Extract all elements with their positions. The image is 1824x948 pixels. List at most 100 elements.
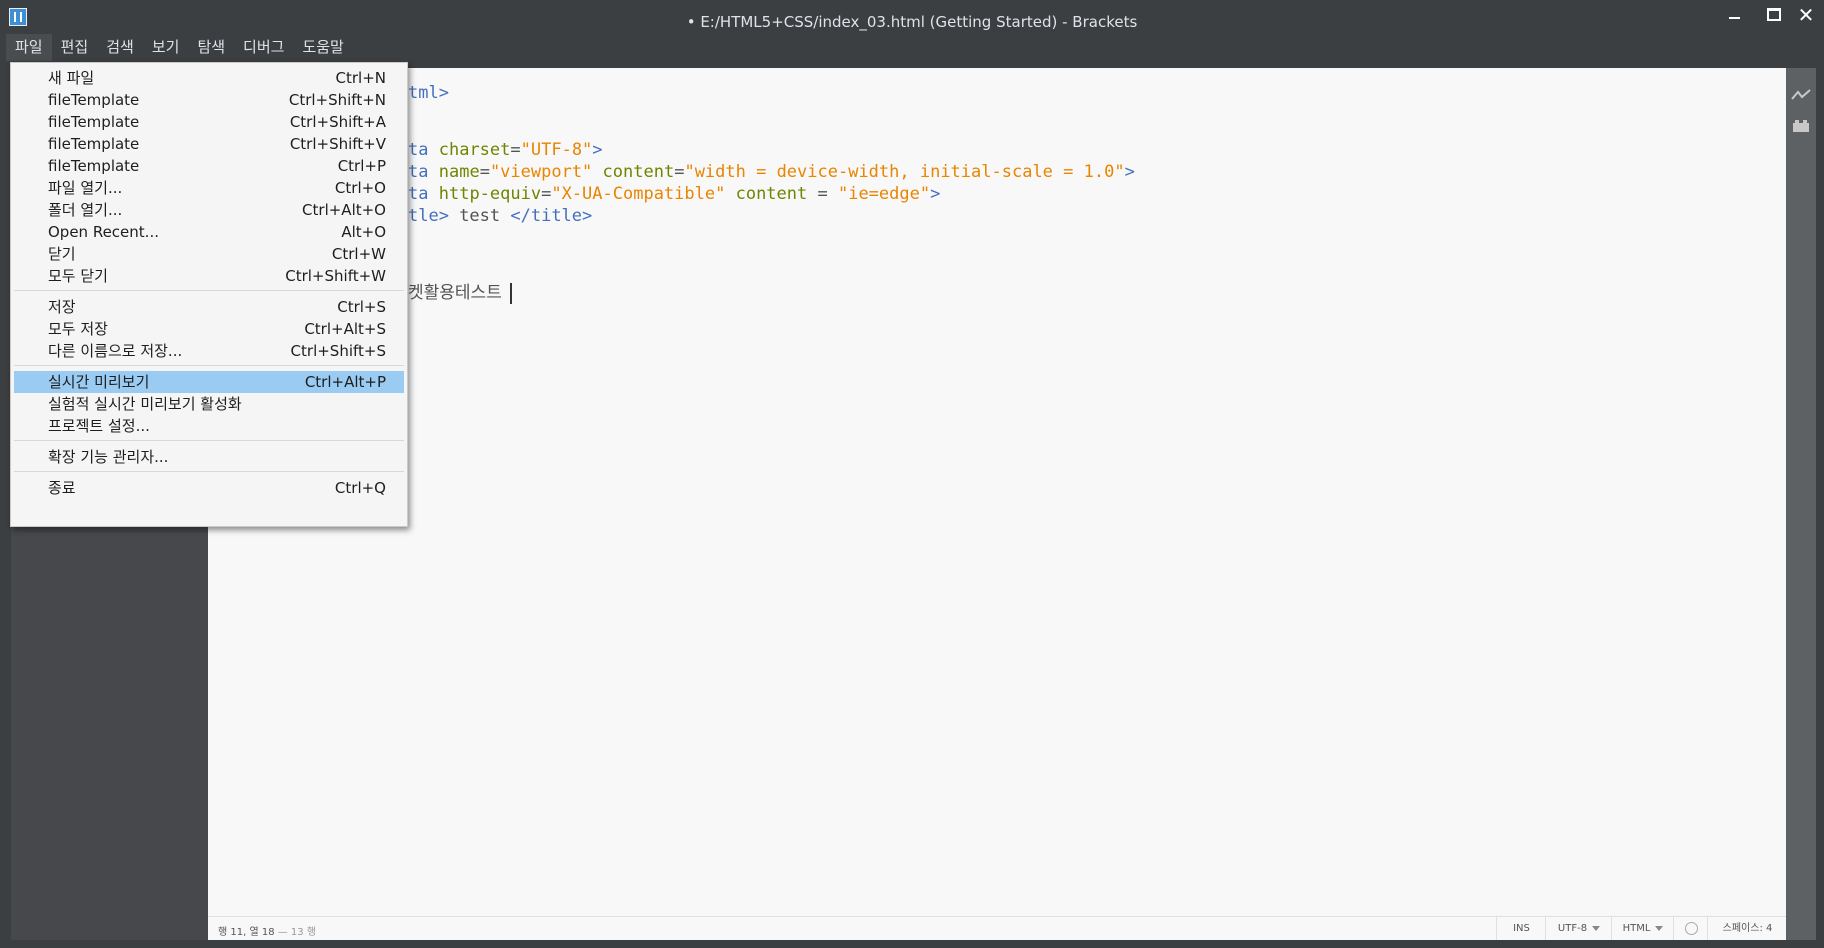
code-token: tle> <box>408 206 449 226</box>
code-token: charset <box>438 140 511 160</box>
menu-item-shortcut: Ctrl+Shift+N <box>288 91 386 109</box>
menu-item-save[interactable]: 저장 Ctrl+S <box>14 296 404 318</box>
maximize-icon[interactable] <box>1756 5 1788 25</box>
menu-item-close-all[interactable]: 모두 닫기 Ctrl+Shift+W <box>14 265 404 287</box>
menu-item-experimental-live-preview[interactable]: 실험적 실시간 미리보기 활성화 <box>14 393 404 415</box>
language-label: HTML <box>1622 923 1651 934</box>
menu-item-label: fileTemplate <box>48 113 140 131</box>
code-token: content <box>735 184 808 204</box>
menu-debug[interactable]: 디버그 <box>234 34 293 61</box>
menu-item-new-file[interactable]: 새 파일 Ctrl+N <box>14 67 404 89</box>
overwrite-toggle[interactable]: INS <box>1496 917 1546 940</box>
code-line: ta charset="UTF-8"> <box>408 139 603 161</box>
code-token: "X-UA-Compatible" <box>551 184 726 204</box>
code-token: content <box>602 162 675 182</box>
menu-item-save-all[interactable]: 모두 저장 Ctrl+Alt+S <box>14 318 404 340</box>
code-token: name <box>438 162 480 182</box>
menu-item-close[interactable]: 닫기 Ctrl+W <box>14 243 404 265</box>
menu-item-open-file[interactable]: 파일 열기... Ctrl+O <box>14 177 404 199</box>
code-token: > <box>592 140 603 160</box>
menu-item-open-folder[interactable]: 폴더 열기... Ctrl+Alt+O <box>14 199 404 221</box>
menu-item-label: fileTemplate <box>48 91 140 109</box>
cursor-position-main: 행 11, 열 18 <box>218 927 275 938</box>
menu-item-file-template[interactable]: fileTemplate Ctrl+Shift+V <box>14 133 404 155</box>
chevron-down-icon <box>1655 925 1664 931</box>
menu-edit[interactable]: 편집 <box>52 34 98 61</box>
indent-setting[interactable]: 스페이스: 4 <box>1707 917 1787 940</box>
menu-item-file-template[interactable]: fileTemplate Ctrl+P <box>14 155 404 177</box>
menu-divider <box>14 365 404 366</box>
menu-item-quit[interactable]: 종료 Ctrl+Q <box>14 477 404 499</box>
menu-divider <box>14 290 404 291</box>
code-line: tml> <box>408 82 449 104</box>
file-menu-dropdown: 새 파일 Ctrl+N fileTemplate Ctrl+Shift+N file… <box>10 62 408 527</box>
menu-item-shortcut: Alt+O <box>341 223 386 241</box>
linter-status-icon <box>1684 921 1698 935</box>
menu-view[interactable]: 보기 <box>143 34 189 61</box>
menu-help[interactable]: 도움말 <box>293 34 352 61</box>
menu-item-shortcut: Ctrl+O <box>334 179 386 197</box>
code-line: ta http-equiv="X-UA-Compatible" content … <box>408 183 940 205</box>
menu-item-shortcut: Ctrl+Alt+P <box>304 373 386 391</box>
code-editor[interactable]: tml> ta charset="UTF-8"> ta name="viewpo… <box>208 68 1786 916</box>
code-token: ta <box>408 140 429 160</box>
menu-navigate[interactable]: 탐색 <box>188 34 234 61</box>
menu-item-extension-manager[interactable]: 확장 기능 관리자... <box>14 446 404 468</box>
menu-item-label: 모두 저장 <box>48 320 108 338</box>
menu-item-label: 실험적 실시간 미리보기 활성화 <box>48 395 242 413</box>
code-token: "viewport" <box>489 162 593 182</box>
encoding-label: UTF-8 <box>1557 923 1588 934</box>
menu-item-label: 모두 닫기 <box>48 267 108 285</box>
menu-item-shortcut: Ctrl+Shift+S <box>290 342 386 360</box>
menu-file[interactable]: 파일 <box>6 34 52 61</box>
code-token: = <box>510 140 521 160</box>
menu-item-shortcut: Ctrl+P <box>337 157 386 175</box>
menu-item-label: 종료 <box>48 479 76 497</box>
indent-label: 스페이스: 4 <box>1722 923 1773 934</box>
close-icon[interactable]: ✕ <box>1790 5 1822 25</box>
menu-item-shortcut: Ctrl+Alt+O <box>302 201 386 219</box>
menu-item-shortcut: Ctrl+Alt+S <box>304 320 386 338</box>
overwrite-label: INS <box>1513 923 1530 934</box>
code-token: http-equiv <box>438 184 542 204</box>
live-preview-icon[interactable] <box>1791 88 1811 102</box>
menu-item-file-template[interactable]: fileTemplate Ctrl+Shift+N <box>14 89 404 111</box>
encoding-select[interactable]: UTF-8 <box>1545 917 1612 940</box>
menu-divider <box>14 440 404 441</box>
menu-divider <box>14 471 404 472</box>
menu-find[interactable]: 검색 <box>97 34 143 61</box>
menu-item-shortcut: Ctrl+Q <box>334 479 386 497</box>
code-token: > <box>1124 162 1135 182</box>
menu-item-shortcut: Ctrl+Shift+V <box>289 135 386 153</box>
language-select[interactable]: HTML <box>1611 917 1674 940</box>
menu-item-label: 닫기 <box>48 245 76 263</box>
code-token: 켓활용테스트 <box>408 283 502 303</box>
menu-item-label: 확장 기능 관리자... <box>48 448 169 466</box>
minimize-icon[interactable] <box>1718 5 1750 25</box>
menu-item-label: 실시간 미리보기 <box>48 373 150 391</box>
menu-item-file-template[interactable]: fileTemplate Ctrl+Shift+A <box>14 111 404 133</box>
linter-status[interactable] <box>1673 917 1708 940</box>
menu-item-shortcut: Ctrl+N <box>335 69 386 87</box>
menu-item-label: 저장 <box>48 298 76 316</box>
code-token: test <box>448 206 511 226</box>
code-token: = <box>541 184 552 204</box>
menu-item-open-recent[interactable]: Open Recent... Alt+O <box>14 221 404 243</box>
window-title: • E:/HTML5+CSS/index_03.html (Getting St… <box>686 13 1138 31</box>
main-toolbar <box>1786 68 1816 940</box>
code-token: > <box>930 184 941 204</box>
code-token: "width = device-width, initial-scale = 1… <box>684 162 1125 182</box>
code-line: tle> test </title> <box>408 205 592 227</box>
menu-item-save-as[interactable]: 다른 이름으로 저장... Ctrl+Shift+S <box>14 340 404 362</box>
code-token: ta <box>408 162 429 182</box>
menu-item-live-preview[interactable]: 실시간 미리보기 Ctrl+Alt+P <box>14 371 404 393</box>
menu-item-shortcut: Ctrl+W <box>331 245 386 263</box>
extension-manager-icon[interactable] <box>1792 119 1810 133</box>
code-token: = <box>674 162 685 182</box>
menu-item-project-settings[interactable]: 프로젝트 설정... <box>14 415 404 437</box>
code-token: = <box>807 184 838 204</box>
menu-item-label: 폴더 열기... <box>48 201 123 219</box>
menu-item-label: 다른 이름으로 저장... <box>48 342 183 360</box>
menu-item-label: 프로젝트 설정... <box>48 417 150 435</box>
menu-item-shortcut: Ctrl+Shift+A <box>289 113 386 131</box>
